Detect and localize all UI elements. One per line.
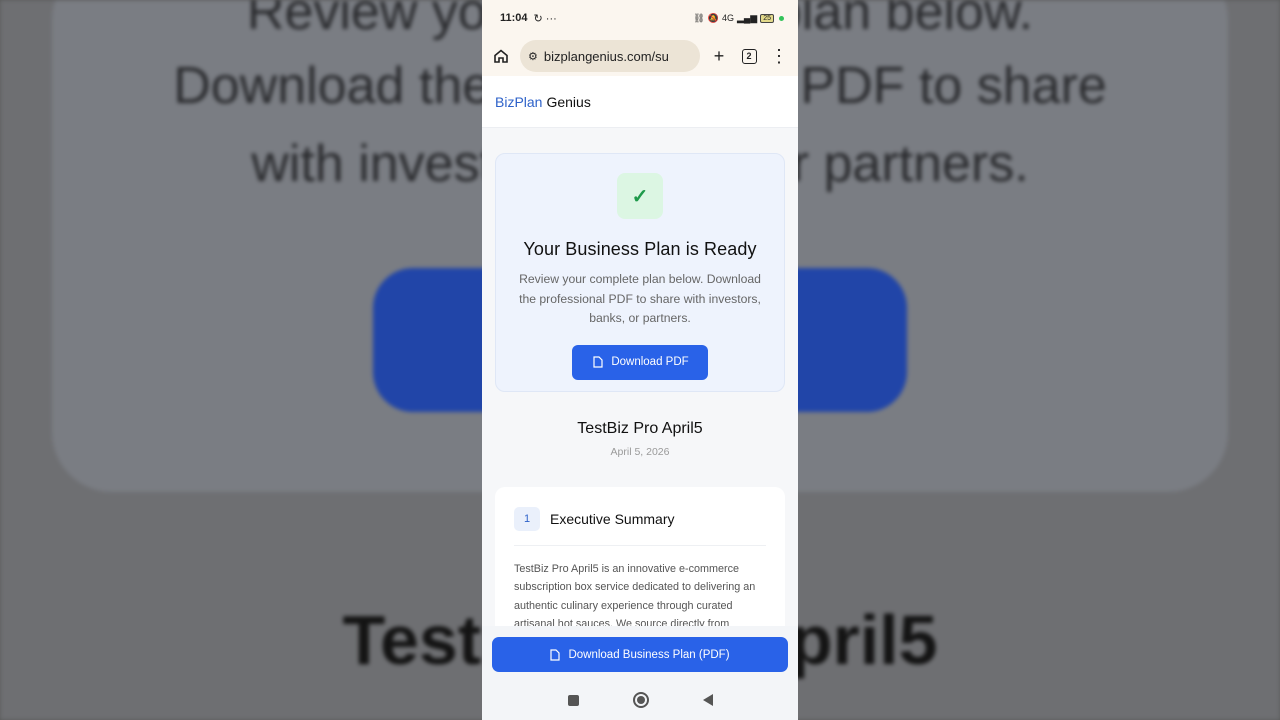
download-pdf-button[interactable]: Download PDF <box>572 344 708 380</box>
status-time: 11:04 <box>500 12 528 24</box>
plan-name: TestBiz Pro April5 <box>577 420 703 437</box>
file-icon <box>550 648 561 661</box>
more-menu-icon[interactable]: ⋮ <box>768 45 790 67</box>
download-pdf-label: Download PDF <box>611 356 689 368</box>
battery-icon: 25 <box>760 13 774 23</box>
ready-card: ✓ Your Business Plan is Ready Review you… <box>495 153 785 392</box>
address-bar[interactable]: ⚙ bizplangenius.com/su <box>520 40 700 72</box>
privacy-dot-icon <box>779 15 784 21</box>
new-tab-icon[interactable]: + <box>708 45 730 67</box>
home-nav-icon[interactable] <box>632 692 649 708</box>
site-header: BizPlan Genius <box>482 76 798 128</box>
network-label: 4G <box>721 13 734 23</box>
browser-toolbar: ⚙ bizplangenius.com/su + 2 ⋮ <box>482 36 798 76</box>
section-title: Executive Summary <box>550 511 675 527</box>
url-text: bizplangenius.com/su <box>543 48 669 64</box>
brand-logo-secondary[interactable]: Genius <box>546 94 590 110</box>
status-bar: 11:04 ↻ ··· ⛓ 🔕 4G ▂▄▆ 25 <box>482 0 798 36</box>
brand-logo-primary[interactable]: BizPlan <box>495 94 542 110</box>
ready-title: Your Business Plan is Ready <box>523 239 757 259</box>
recents-icon[interactable] <box>567 694 579 706</box>
mute-icon: 🔕 <box>707 12 719 23</box>
check-icon: ✓ <box>617 173 663 219</box>
link-icon: ⛓ <box>693 12 705 23</box>
site-settings-icon[interactable]: ⚙ <box>528 50 538 63</box>
file-icon <box>593 356 603 368</box>
section-header: 1 Executive Summary <box>514 507 766 546</box>
status-icons: ⛓ 🔕 4G ▂▄▆ 25 <box>693 13 784 24</box>
plan-date: April 5, 2026 <box>610 446 670 458</box>
tab-switcher-button[interactable]: 2 <box>738 45 760 67</box>
section-number: 1 <box>514 507 540 531</box>
tab-count: 2 <box>741 48 757 64</box>
home-icon[interactable] <box>490 45 512 67</box>
sync-icon: ↻ ··· <box>533 12 557 25</box>
download-business-plan-button[interactable]: Download Business Plan (PDF) <box>492 637 788 672</box>
system-nav-bar <box>482 680 798 720</box>
phone-screen: 11:04 ↻ ··· ⛓ 🔕 4G ▂▄▆ 25 ⚙ bizplangeniu… <box>482 0 798 720</box>
back-icon[interactable] <box>702 694 713 706</box>
ready-description: Review your complete plan below. Downloa… <box>519 272 761 325</box>
section-body: TestBiz Pro April5 is an innovative e-co… <box>514 563 756 631</box>
signal-icon: ▂▄▆ <box>736 12 758 23</box>
download-business-plan-label: Download Business Plan (PDF) <box>568 648 730 661</box>
